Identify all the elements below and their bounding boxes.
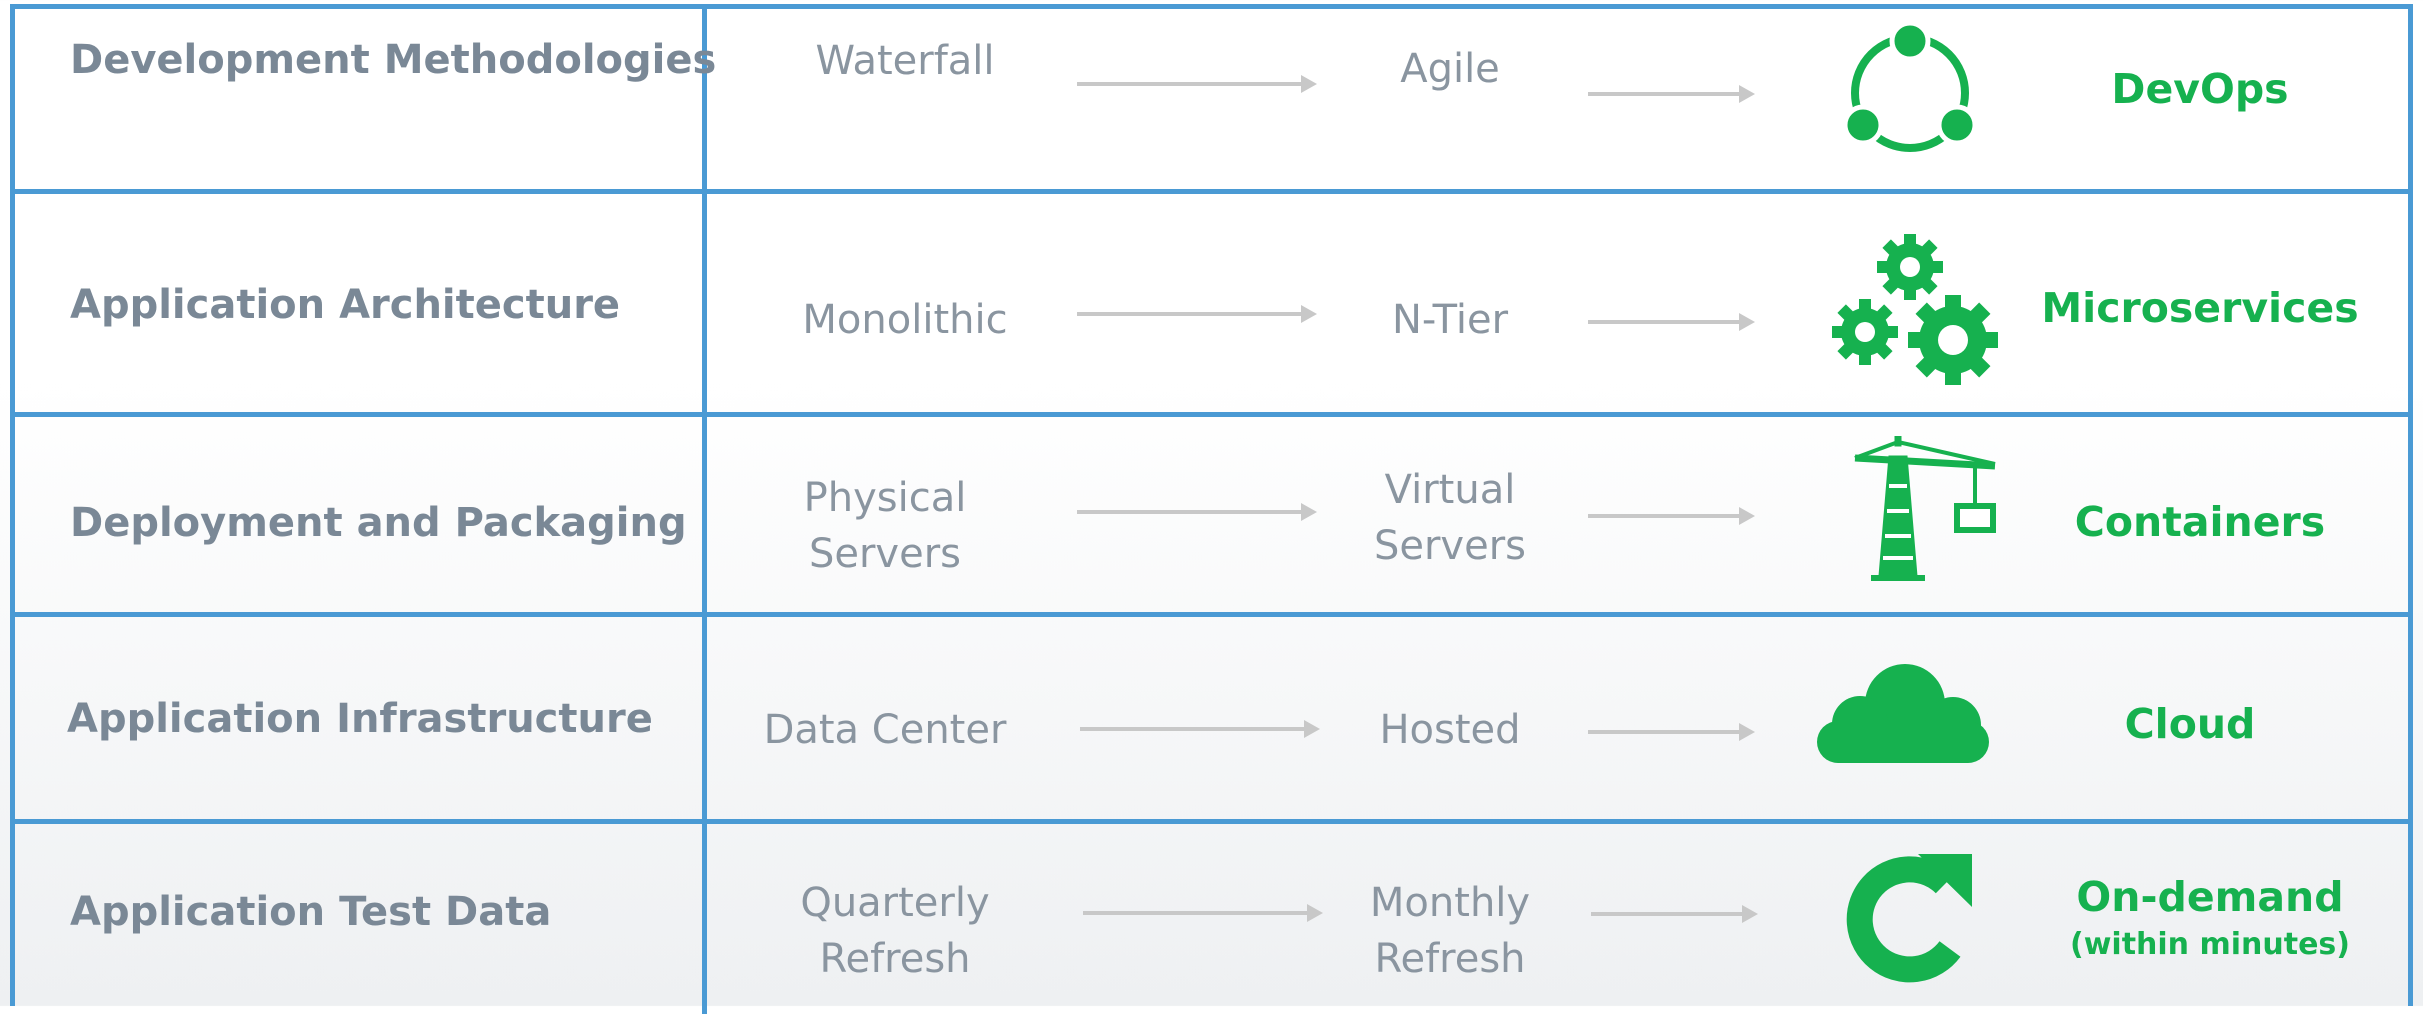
stage-mid: Agile [1275, 41, 1625, 97]
stage-old-line: Data Center [763, 707, 1007, 753]
table-row: Deployment and Packaging Physical Server… [10, 414, 2413, 617]
arrow [1588, 723, 1755, 741]
stage-mid: Monthly Refresh [1275, 875, 1625, 987]
arrow [1077, 503, 1317, 521]
stage-mid-line: Refresh [1374, 936, 1526, 982]
stage-mid-line: Agile [1400, 46, 1500, 92]
arrow [1077, 305, 1317, 323]
arrow [1588, 85, 1755, 103]
stage-old-line: Refresh [819, 936, 971, 982]
stage-mid: N-Tier [1275, 292, 1625, 348]
stage-mid-line: Servers [1373, 523, 1526, 569]
stage-mid-line: N-Tier [1391, 297, 1509, 343]
result-label: DevOps [2025, 65, 2375, 113]
stage-mid-line: Monthly [1369, 880, 1531, 926]
arrow [1077, 75, 1317, 93]
stage-old: Physical Servers [715, 470, 1055, 582]
devops-cycle-icon [1842, 21, 1978, 152]
arrow [1588, 507, 1755, 525]
result-label: Microservices [2025, 284, 2375, 332]
result-text: Cloud [2124, 700, 2256, 748]
stage-old: Waterfall [735, 33, 1075, 89]
stage-mid-line: Virtual [1384, 467, 1516, 513]
result-label: On-demand (within minutes) [2035, 873, 2385, 962]
stage-mid: Virtual Servers [1275, 462, 1625, 574]
stage-mid-line: Hosted [1379, 707, 1521, 753]
stage-old: Quarterly Refresh [725, 875, 1065, 987]
table-row: Application Architecture Monolithic N-Ti… [10, 192, 2413, 417]
result-text: DevOps [2111, 65, 2289, 113]
stage-old-line: Servers [808, 531, 961, 577]
cloud-icon [1817, 664, 1989, 763]
table-row: Application Test Data Quarterly Refresh … [15, 821, 2408, 1015]
result-text: Microservices [2041, 284, 2359, 332]
result-label: Cloud [2015, 700, 2365, 748]
stage-mid: Hosted [1275, 702, 1625, 758]
evolution-table: Development Methodologies Waterfall Agil… [10, 4, 2413, 1014]
gears-icon [1832, 234, 1998, 385]
stage-old-line: Monolithic [802, 297, 1008, 343]
arrow [1588, 313, 1755, 331]
refresh-icon [1846, 854, 1972, 983]
result-text: Containers [2074, 498, 2326, 546]
table-row: Development Methodologies Waterfall Agil… [10, 9, 2413, 194]
row-category-label: Development Methodologies [70, 37, 717, 83]
stage-old-line: Quarterly [800, 880, 990, 926]
table-row: Application Infrastructure Data Center H… [10, 614, 2413, 824]
crane-icon [1854, 436, 1996, 581]
row-category-label: Deployment and Packaging [70, 500, 687, 546]
stage-old-line: Waterfall [815, 38, 995, 84]
arrow [1591, 905, 1758, 923]
row-category-label: Application Architecture [70, 282, 621, 328]
stage-old: Data Center [715, 702, 1055, 758]
stage-old: Monolithic [735, 292, 1075, 348]
result-subtext: (within minutes) [2069, 927, 2350, 962]
result-text: On-demand [2076, 873, 2344, 921]
arrow [1080, 720, 1320, 738]
result-label: Containers [2025, 498, 2375, 546]
row-category-label: Application Test Data [70, 889, 552, 935]
row-category-label: Application Infrastructure [67, 696, 653, 742]
stage-old-line: Physical [803, 475, 967, 521]
